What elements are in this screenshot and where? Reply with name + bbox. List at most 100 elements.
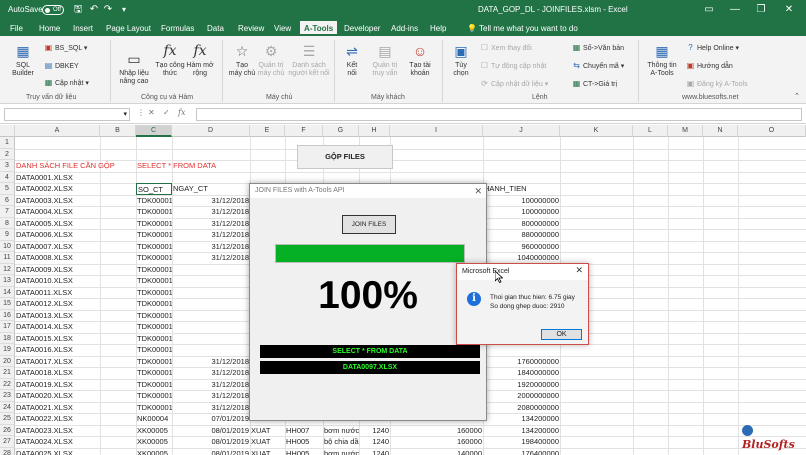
- cell-c27[interactable]: XK00005: [136, 436, 172, 448]
- cell-d7[interactable]: 31/12/2018: [172, 206, 250, 218]
- sql-builder-button[interactable]: ▦ SQL Builder: [8, 42, 38, 78]
- tab-insert[interactable]: Insert: [73, 24, 93, 33]
- column-header-m[interactable]: M: [668, 125, 703, 137]
- cell-j25[interactable]: 134200000: [483, 413, 560, 425]
- cell-c21[interactable]: TDK00001: [136, 367, 172, 379]
- enter-icon[interactable]: ✓: [163, 108, 170, 117]
- cell-a17[interactable]: DATA0014.XLSX: [15, 321, 100, 333]
- row-header-6[interactable]: 6: [0, 194, 15, 206]
- cell-c5[interactable]: SO_CT: [136, 183, 172, 195]
- cell-a19[interactable]: DATA0016.XLSX: [15, 344, 100, 356]
- cell-c16[interactable]: TDK00001: [136, 310, 172, 322]
- cell-d26[interactable]: 08/01/2019: [172, 425, 250, 437]
- help-online-button[interactable]: ? Help Online ▾: [686, 43, 739, 54]
- row-header-11[interactable]: 11: [0, 252, 15, 264]
- cell-c17[interactable]: TDK00001: [136, 321, 172, 333]
- bs-sql-button[interactable]: ▣ BS_SQL ▾: [44, 43, 88, 54]
- cell-a28[interactable]: DATA0025.XLSX: [15, 448, 100, 455]
- dbkey-button[interactable]: ▤ DBKEY: [44, 61, 79, 72]
- cell-d27[interactable]: 08/01/2019: [172, 436, 250, 448]
- cell-c20[interactable]: TDK00001: [136, 356, 172, 368]
- cell-c25[interactable]: NK00004: [136, 413, 172, 425]
- column-header-b[interactable]: B: [100, 125, 136, 137]
- cell-j8[interactable]: 800000000: [483, 218, 560, 230]
- tab-add-ins[interactable]: Add-ins: [391, 24, 418, 33]
- tao-tai-khoan-button[interactable]: ☺ Tạo tài khoản: [404, 42, 436, 78]
- cell-c12[interactable]: TDK00001: [136, 264, 172, 276]
- cell-a9[interactable]: DATA0006.XLSX: [15, 229, 100, 241]
- cell-j5[interactable]: HANH_TIEN: [483, 183, 560, 195]
- cell-d21[interactable]: 31/12/2018: [172, 367, 250, 379]
- cell-j11[interactable]: 1040000000: [483, 252, 560, 264]
- cell-j26[interactable]: 134200000: [483, 425, 560, 437]
- redo-icon[interactable]: ↷: [102, 4, 114, 16]
- tab-view[interactable]: View: [274, 24, 291, 33]
- cell-a20[interactable]: DATA0017.XLSX: [15, 356, 100, 368]
- tu-dong-cap-nhat-button[interactable]: ☐ Tự động cập nhật: [480, 61, 546, 72]
- row-header-22[interactable]: 22: [0, 378, 15, 390]
- row-header-21[interactable]: 21: [0, 367, 15, 379]
- name-box-dropdown-icon[interactable]: ▾: [123, 110, 127, 118]
- cell-a10[interactable]: DATA0007.XLSX: [15, 241, 100, 253]
- cell-f28[interactable]: HH005: [285, 448, 323, 455]
- column-header-l[interactable]: L: [633, 125, 668, 137]
- cell-a22[interactable]: DATA0019.XLSX: [15, 379, 100, 391]
- row-header-12[interactable]: 12: [0, 263, 15, 275]
- cell-j27[interactable]: 198400000: [483, 436, 560, 448]
- row-header-3[interactable]: 3: [0, 160, 15, 172]
- cell-g27[interactable]: bộ chia dầ: [323, 436, 359, 448]
- cell-a16[interactable]: DATA0013.XLSX: [15, 310, 100, 322]
- cell-a13[interactable]: DATA0010.XLSX: [15, 275, 100, 287]
- cell-c8[interactable]: TDK00001: [136, 218, 172, 230]
- cell-i26[interactable]: 160000: [390, 425, 483, 437]
- row-header-10[interactable]: 10: [0, 240, 15, 252]
- row-header-5[interactable]: 5: [0, 183, 15, 195]
- cell-c19[interactable]: TDK00001: [136, 344, 172, 356]
- join-dialog-close-icon[interactable]: ✕: [474, 184, 482, 198]
- cell-a5[interactable]: DATA0002.XLSX: [15, 183, 100, 195]
- quan-tri-may-chu-button[interactable]: ⚙ Quản trị máy chủ: [256, 42, 286, 78]
- tab-formulas[interactable]: Formulas: [161, 24, 194, 33]
- maximize-icon[interactable]: ❐: [754, 3, 768, 17]
- cell-a6[interactable]: DATA0003.XLSX: [15, 195, 100, 207]
- column-header-f[interactable]: F: [285, 125, 323, 137]
- cell-e26[interactable]: XUAT: [250, 425, 285, 437]
- ribbon-options-icon[interactable]: ▭: [702, 3, 716, 17]
- row-header-14[interactable]: 14: [0, 286, 15, 298]
- minimize-icon[interactable]: —: [728, 3, 742, 17]
- cell-d24[interactable]: 31/12/2018: [172, 402, 250, 414]
- tao-may-chu-button[interactable]: ☆ Tạo máy chủ: [228, 42, 256, 78]
- row-header-19[interactable]: 19: [0, 344, 15, 356]
- cell-d5[interactable]: NGAY_CT: [172, 183, 250, 195]
- row-header-7[interactable]: 7: [0, 206, 15, 218]
- cell-i27[interactable]: 160000: [390, 436, 483, 448]
- cap-nhat-du-lieu-button[interactable]: ⟳ Cập nhật dữ liệu ▾: [480, 79, 548, 90]
- row-header-18[interactable]: 18: [0, 332, 15, 344]
- cell-c28[interactable]: XK00005: [136, 448, 172, 455]
- tab-file[interactable]: File: [10, 24, 23, 33]
- cap-nhat-button[interactable]: ▦ Cập nhật ▾: [44, 78, 89, 89]
- row-header-17[interactable]: 17: [0, 321, 15, 333]
- cell-d25[interactable]: 07/01/2019: [172, 413, 250, 425]
- row-header-24[interactable]: 24: [0, 401, 15, 413]
- cell-j7[interactable]: 100000000: [483, 206, 560, 218]
- tab-page-layout[interactable]: Page Layout: [106, 24, 151, 33]
- cell-d28[interactable]: 08/01/2019: [172, 448, 250, 455]
- cell-d20[interactable]: 31/12/2018: [172, 356, 250, 368]
- cell-a24[interactable]: DATA0021.XLSX: [15, 402, 100, 414]
- column-header-e[interactable]: E: [250, 125, 285, 137]
- cell-c10[interactable]: TDK00001: [136, 241, 172, 253]
- cell-a27[interactable]: DATA0024.XLSX: [15, 436, 100, 448]
- cell-a14[interactable]: DATA0011.XLSX: [15, 287, 100, 299]
- tell-me-search[interactable]: 💡 Tell me what you want to do: [467, 24, 578, 33]
- cell-e28[interactable]: XUAT: [250, 448, 285, 455]
- cell-a4[interactable]: DATA0001.XLSX: [15, 172, 100, 184]
- ct-gia-tri-button[interactable]: ▦ CT->Giá trị: [572, 79, 617, 90]
- cell-c15[interactable]: TDK00001: [136, 298, 172, 310]
- row-header-28[interactable]: 28: [0, 447, 15, 455]
- row-header-13[interactable]: 13: [0, 275, 15, 287]
- cell-j28[interactable]: 176400000: [483, 448, 560, 455]
- cell-c22[interactable]: TDK00001: [136, 379, 172, 391]
- cell-d11[interactable]: 31/12/2018: [172, 252, 250, 264]
- chuyen-ma-button[interactable]: ⇆ Chuyển mã ▾: [572, 61, 624, 72]
